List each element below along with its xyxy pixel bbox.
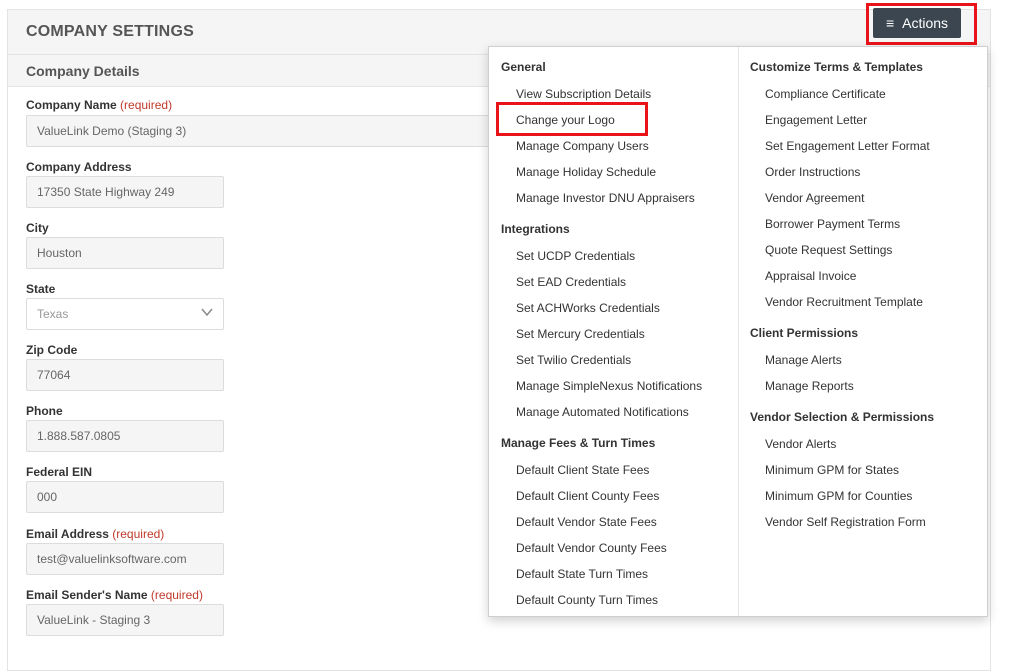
- menu-item-engagement-letter-format[interactable]: Set Engagement Letter Format: [765, 139, 930, 153]
- menu-item-vendor-recruitment[interactable]: Vendor Recruitment Template: [765, 295, 923, 309]
- company-address-label: Company Address: [26, 160, 132, 174]
- menu-item-mercury[interactable]: Set Mercury Credentials: [516, 327, 645, 341]
- actions-dropdown-menu: General View Subscription Details Change…: [488, 46, 988, 617]
- city-label: City: [26, 221, 49, 235]
- actions-button[interactable]: ≡ Actions: [873, 8, 961, 38]
- actions-label: Actions: [902, 15, 949, 31]
- menu-item-ucdp[interactable]: Set UCDP Credentials: [516, 249, 635, 263]
- menu-item-min-gpm-counties[interactable]: Minimum GPM for Counties: [765, 489, 912, 503]
- menu-item-view-subscription[interactable]: View Subscription Details: [516, 87, 651, 101]
- menu-item-compliance-certificate[interactable]: Compliance Certificate: [765, 87, 886, 101]
- menu-item-holiday-schedule[interactable]: Manage Holiday Schedule: [516, 165, 656, 179]
- menu-heading-fees: Manage Fees & Turn Times: [501, 436, 656, 450]
- section-title: Company Details: [26, 63, 140, 79]
- menu-item-change-logo[interactable]: Change your Logo: [516, 113, 615, 127]
- menu-item-borrower-payment-terms[interactable]: Borrower Payment Terms: [765, 217, 900, 231]
- menu-item-vendor-self-registration[interactable]: Vendor Self Registration Form: [765, 515, 926, 529]
- page-title: COMPANY SETTINGS: [26, 23, 194, 40]
- company-name-label: Company Name (required): [26, 98, 173, 112]
- menu-item-twilio[interactable]: Set Twilio Credentials: [516, 353, 631, 367]
- menu-item-vendor-agreement[interactable]: Vendor Agreement: [765, 191, 864, 205]
- menu-item-vendor-county-fees[interactable]: Default Vendor County Fees: [516, 541, 667, 555]
- phone-label: Phone: [26, 404, 63, 418]
- menu-item-vendor-alerts[interactable]: Vendor Alerts: [765, 437, 836, 451]
- chevron-down-icon: [201, 308, 213, 317]
- state-value: Texas: [37, 307, 69, 321]
- menu-heading-integrations: Integrations: [501, 222, 570, 236]
- email-label: Email Address (required): [26, 527, 165, 541]
- state-select[interactable]: Texas: [26, 298, 224, 330]
- menu-item-county-turn-times[interactable]: Default County Turn Times: [516, 593, 658, 607]
- menu-item-engagement-letter[interactable]: Engagement Letter: [765, 113, 867, 127]
- menu-item-client-state-fees[interactable]: Default Client State Fees: [516, 463, 649, 477]
- ein-input[interactable]: 000: [26, 481, 224, 513]
- menu-item-vendor-state-fees[interactable]: Default Vendor State Fees: [516, 515, 657, 529]
- menu-heading-terms: Customize Terms & Templates: [750, 60, 923, 74]
- menu-item-simplenexus[interactable]: Manage SimpleNexus Notifications: [516, 379, 702, 393]
- email-field[interactable]: test@valuelinksoftware.com: [26, 543, 224, 575]
- menu-item-quote-request-settings[interactable]: Quote Request Settings: [765, 243, 892, 257]
- company-address-input[interactable]: 17350 State Highway 249: [26, 176, 224, 208]
- sender-label: Email Sender's Name (required): [26, 588, 203, 602]
- ein-label: Federal EIN: [26, 465, 93, 479]
- menu-heading-client-permissions: Client Permissions: [750, 326, 859, 340]
- menu-item-state-turn-times[interactable]: Default State Turn Times: [516, 567, 648, 581]
- menu-item-manage-users[interactable]: Manage Company Users: [516, 139, 649, 153]
- menu-item-client-county-fees[interactable]: Default Client County Fees: [516, 489, 659, 503]
- menu-item-investor-dnu[interactable]: Manage Investor DNU Appraisers: [516, 191, 695, 205]
- menu-item-appraisal-invoice[interactable]: Appraisal Invoice: [765, 269, 856, 283]
- menu-item-manage-reports[interactable]: Manage Reports: [765, 379, 854, 393]
- menu-item-achworks[interactable]: Set ACHWorks Credentials: [516, 301, 660, 315]
- menu-item-manage-alerts[interactable]: Manage Alerts: [765, 353, 842, 367]
- menu-item-automated-notifications[interactable]: Manage Automated Notifications: [516, 405, 689, 419]
- menu-heading-general: General: [501, 60, 546, 74]
- company-name-input[interactable]: ValueLink Demo (Staging 3): [26, 115, 496, 147]
- dropdown-column-right: Customize Terms & Templates Compliance C…: [738, 47, 988, 616]
- state-label: State: [26, 282, 56, 296]
- hamburger-icon: ≡: [885, 15, 895, 31]
- phone-input[interactable]: 1.888.587.0805: [26, 420, 224, 452]
- menu-item-ead[interactable]: Set EAD Credentials: [516, 275, 626, 289]
- zip-label: Zip Code: [26, 343, 78, 357]
- city-input[interactable]: Houston: [26, 237, 224, 269]
- menu-item-min-gpm-states[interactable]: Minimum GPM for States: [765, 463, 899, 477]
- sender-name-input[interactable]: ValueLink - Staging 3: [26, 604, 224, 636]
- menu-item-order-instructions[interactable]: Order Instructions: [765, 165, 860, 179]
- zip-input[interactable]: 77064: [26, 359, 224, 391]
- menu-heading-vendor-selection: Vendor Selection & Permissions: [750, 410, 935, 424]
